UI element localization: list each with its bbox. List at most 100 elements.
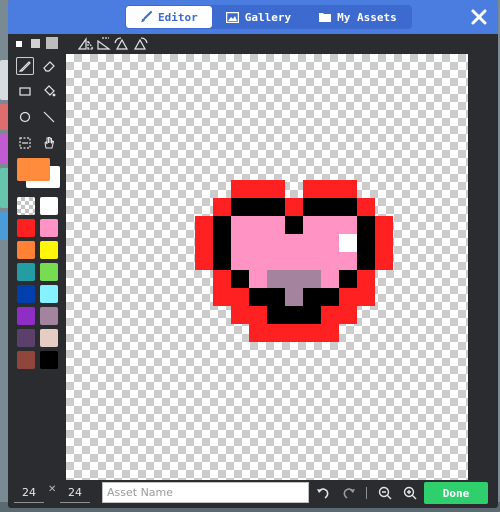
pixel	[249, 324, 267, 342]
pixel	[303, 324, 321, 342]
rotate-left-icon[interactable]	[114, 37, 130, 51]
rotate-right-icon[interactable]	[132, 37, 148, 51]
pixel	[339, 198, 357, 216]
pixel	[303, 252, 321, 270]
pixel	[357, 216, 375, 234]
pencil-tool[interactable]	[16, 57, 34, 75]
color-swatch-transparent[interactable]	[17, 197, 35, 215]
redo-icon[interactable]	[340, 484, 358, 502]
pixel	[285, 306, 303, 324]
done-button[interactable]: Done	[424, 482, 488, 504]
pixel	[375, 252, 393, 270]
tab-my-assets[interactable]: My Assets	[305, 6, 411, 28]
color-swatch[interactable]	[17, 329, 35, 347]
pixel	[231, 234, 249, 252]
pixel	[339, 180, 357, 198]
tab-gallery[interactable]: Gallery	[212, 6, 305, 28]
pixel	[249, 216, 267, 234]
color-swatch[interactable]	[40, 285, 58, 303]
pixel	[213, 252, 231, 270]
pixel	[231, 306, 249, 324]
pixel	[249, 180, 267, 198]
rectangle-tool[interactable]	[16, 82, 34, 100]
color-swatch[interactable]	[17, 219, 35, 237]
color-swatch[interactable]	[40, 197, 58, 215]
pixel	[357, 234, 375, 252]
pixel	[249, 252, 267, 270]
pixel	[375, 216, 393, 234]
tab-my-assets-label: My Assets	[337, 10, 397, 24]
pixel	[249, 234, 267, 252]
pixel-art-canvas[interactable]	[66, 54, 468, 480]
tool-panel	[8, 54, 66, 480]
pixel	[267, 270, 285, 288]
pixel	[321, 180, 339, 198]
color-swatch[interactable]	[40, 351, 58, 369]
pixel	[339, 252, 357, 270]
asset-name-input[interactable]	[102, 482, 309, 503]
pixel	[285, 288, 303, 306]
pixel	[231, 270, 249, 288]
pixel	[285, 198, 303, 216]
color-swatch[interactable]	[17, 241, 35, 259]
pixel	[303, 270, 321, 288]
flip-horizontal-icon[interactable]	[78, 37, 94, 51]
close-button[interactable]	[470, 8, 488, 26]
pixel	[267, 288, 285, 306]
pixel	[195, 216, 213, 234]
rectangle-icon	[19, 87, 31, 96]
tab-editor[interactable]: Editor	[126, 6, 212, 28]
color-swatch[interactable]	[40, 219, 58, 237]
image-icon	[225, 11, 239, 23]
image-editor-modal: Editor Gallery My Assets 24 ✕ 24 Asset N…	[8, 0, 498, 508]
color-swatch[interactable]	[17, 285, 35, 303]
pixel	[321, 234, 339, 252]
pixel	[339, 288, 357, 306]
pixel	[267, 324, 285, 342]
zoom-out-icon[interactable]	[376, 484, 394, 502]
eraser-tool[interactable]	[40, 57, 58, 75]
pixel	[357, 198, 375, 216]
pixel	[303, 306, 321, 324]
pan-tool[interactable]	[40, 134, 58, 152]
pixel	[213, 198, 231, 216]
color-swatch[interactable]	[17, 307, 35, 325]
marquee-tool[interactable]	[16, 134, 34, 152]
pixel	[267, 216, 285, 234]
hand-icon	[44, 137, 55, 149]
pixel	[267, 252, 285, 270]
line-tool[interactable]	[40, 108, 58, 126]
pixel	[195, 252, 213, 270]
pixel	[231, 216, 249, 234]
canvas-area[interactable]	[66, 54, 468, 480]
circle-tool[interactable]	[16, 108, 34, 126]
pencil-icon	[18, 61, 31, 72]
pixel	[249, 270, 267, 288]
pixel	[249, 306, 267, 324]
flip-vertical-icon[interactable]	[96, 37, 112, 51]
canvas-height-input[interactable]	[60, 483, 90, 503]
pixel	[339, 306, 357, 324]
color-swatch[interactable]	[17, 263, 35, 281]
primary-color[interactable]	[17, 158, 50, 181]
brush-size-small[interactable]	[16, 41, 22, 47]
brush-size-medium[interactable]	[31, 39, 40, 48]
canvas-width-input[interactable]	[14, 483, 44, 503]
zoom-in-icon[interactable]	[401, 484, 419, 502]
color-swatch[interactable]	[40, 307, 58, 325]
pixel	[213, 288, 231, 306]
color-swatch[interactable]	[17, 351, 35, 369]
undo-icon[interactable]	[314, 484, 332, 502]
pixel	[267, 234, 285, 252]
pixel	[213, 216, 231, 234]
pixel	[339, 270, 357, 288]
top-toolbar	[8, 34, 498, 54]
brush-size-large[interactable]	[46, 37, 58, 49]
pixel	[285, 216, 303, 234]
color-swatch[interactable]	[40, 329, 58, 347]
fill-tool[interactable]	[40, 82, 58, 100]
color-swatch[interactable]	[40, 241, 58, 259]
pixel	[267, 180, 285, 198]
bottom-bar: ✕ Done	[8, 480, 498, 508]
color-swatch[interactable]	[40, 263, 58, 281]
